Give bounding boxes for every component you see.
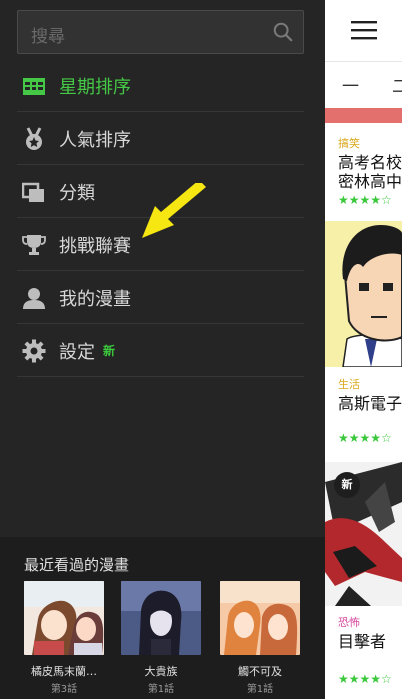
recent-comic-name: 大貴族 — [144, 665, 178, 678]
comic-card[interactable]: 生活 高斯電子 ★★★★☆ — [325, 367, 402, 455]
new-badge: 新 — [334, 472, 360, 498]
yellow-arrow-icon — [142, 183, 206, 238]
calendar-grid-icon — [23, 78, 45, 95]
comic-cover-thumbnail — [24, 581, 104, 655]
menu-item-my-comics[interactable]: 我的漫畫 — [17, 271, 304, 324]
search-placeholder: 搜尋 — [31, 27, 65, 47]
menu-label: 分類 — [59, 183, 95, 204]
recent-comic-name: 觸不可及 — [238, 665, 282, 678]
rating-stars: ★★★★☆ — [338, 193, 392, 207]
gear-icon — [22, 339, 46, 363]
recently-viewed-section: 最近看過的漫畫 橘皮馬末蘭… 第3話 大貴族 第1話 觸不可及 第1話 — [0, 537, 325, 699]
recent-comic-name: 橘皮馬末蘭… — [31, 665, 97, 678]
tab-tuesday[interactable]: 二 — [392, 72, 402, 97]
stack-icon — [22, 182, 44, 202]
comic-card[interactable]: 搞笑 高考名校 密林高中 ★★★★☆ — [325, 123, 402, 215]
hamburger-menu-icon[interactable] — [351, 20, 377, 40]
recent-comic-card[interactable]: 觸不可及 第1話 — [220, 581, 300, 695]
menu-label: 人氣排序 — [59, 130, 131, 151]
main-content-panel: 一 二 搞笑 高考名校 密林高中 ★★★★☆ 生活 高斯電子 ★★★★☆ 新 恐… — [325, 0, 402, 699]
comic-cover-thumbnail — [121, 581, 201, 655]
genre-label: 恐怖 — [338, 616, 360, 629]
tab-monday[interactable]: 一 — [342, 72, 359, 97]
weekday-tabs: 一 二 — [325, 62, 402, 108]
top-bar — [325, 0, 402, 62]
comic-thumbnail — [325, 221, 402, 367]
menu-label: 挑戰聯賽 — [59, 236, 131, 257]
recently-viewed-title: 最近看過的漫畫 — [24, 556, 130, 574]
trophy-icon — [22, 235, 46, 255]
navigation-drawer: 搜尋 星期排序 人氣排序 分類 挑戰聯賽 我的漫畫 設定 新 最近看過的漫畫 橘… — [0, 0, 325, 699]
comic-cover-thumbnail — [220, 581, 300, 655]
recent-comic-card[interactable]: 橘皮馬末蘭… 第3話 — [24, 581, 104, 695]
menu-item-popularity-ranking[interactable]: 人氣排序 — [17, 112, 304, 165]
rating-stars: ★★★★☆ — [338, 431, 392, 445]
search-input[interactable]: 搜尋 — [17, 10, 304, 54]
menu-label: 星期排序 — [59, 77, 131, 98]
comic-title: 密林高中 — [338, 172, 402, 191]
comic-title: 目擊者 — [338, 632, 387, 651]
comic-card[interactable]: 恐怖 目擊者 ★★★★☆ — [325, 606, 402, 699]
comic-title: 高斯電子 — [338, 394, 402, 413]
medal-icon — [26, 127, 42, 150]
comic-title: 高考名校 — [338, 153, 402, 172]
person-icon — [23, 288, 45, 309]
recent-comic-episode: 第1話 — [246, 684, 274, 695]
menu-label: 設定 — [59, 342, 95, 363]
menu-item-settings[interactable]: 設定 新 — [17, 324, 304, 377]
search-icon[interactable] — [272, 21, 294, 43]
new-badge: 新 — [103, 344, 116, 358]
menu-item-weekday-ranking[interactable]: 星期排序 — [17, 59, 304, 112]
recent-comic-card[interactable]: 大貴族 第1話 — [121, 581, 201, 695]
recent-comic-episode: 第3話 — [50, 684, 78, 695]
recent-comic-episode: 第1話 — [147, 684, 175, 695]
banner-strip — [325, 108, 402, 123]
rating-stars: ★★★★☆ — [338, 672, 392, 686]
genre-label: 搞笑 — [338, 137, 360, 150]
menu-label: 我的漫畫 — [59, 289, 131, 310]
genre-label: 生活 — [338, 378, 360, 391]
